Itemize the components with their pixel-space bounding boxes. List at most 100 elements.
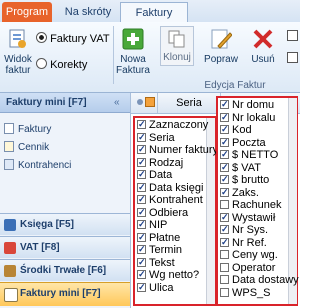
module-label: Faktury mini [F7] <box>20 288 101 299</box>
checkbox-checked-icon[interactable] <box>137 231 146 243</box>
checkbox-checked-icon[interactable] <box>137 268 146 280</box>
row-indicator-icon <box>137 99 143 105</box>
popraw-button[interactable]: Popraw <box>204 26 238 78</box>
column-option-label: Wystawił <box>232 211 276 224</box>
checkbox-checked-icon[interactable] <box>137 206 146 218</box>
checkbox-unchecked-icon[interactable] <box>220 275 229 284</box>
add-icon <box>122 28 144 50</box>
column-option[interactable]: Kod <box>220 123 252 136</box>
column-option[interactable]: Kontrahent <box>137 193 203 206</box>
checkbox-checked-icon[interactable] <box>220 173 229 185</box>
ribbon-panel: Widok faktur Faktury VAT Korekty Nowa Fa… <box>0 22 300 93</box>
column-option[interactable]: Ulica <box>137 281 173 294</box>
column-option[interactable]: NIP <box>137 218 167 231</box>
column-option[interactable]: Nr domu <box>220 98 274 111</box>
checkbox-checked-icon[interactable] <box>220 148 229 160</box>
column-option[interactable]: Poczta <box>220 136 266 149</box>
column-option-label: WPS_S <box>232 286 271 299</box>
checkbox-checked-icon[interactable] <box>137 256 146 268</box>
column-option[interactable]: Numer faktury <box>137 143 218 156</box>
tab-na-skroty[interactable]: Na skróty <box>58 2 118 22</box>
nowa-faktura-button[interactable]: Nowa Faktura <box>116 26 150 78</box>
checkbox-checked-icon[interactable] <box>137 156 146 168</box>
column-option[interactable]: $ brutto <box>220 173 269 186</box>
checkbox-checked-icon[interactable] <box>137 243 146 255</box>
ribbon-option-checkbox-1[interactable] <box>287 30 298 41</box>
column-option-label: Nr Ref. <box>232 236 267 249</box>
column-option-label: Tekst <box>149 256 175 269</box>
column-option[interactable]: Seria <box>137 131 175 144</box>
checkbox-checked-icon[interactable] <box>137 218 146 230</box>
checkbox-unchecked-icon[interactable] <box>220 262 229 272</box>
klonuj-button[interactable]: Klonuj <box>160 26 194 66</box>
column-option[interactable]: Data <box>137 168 173 181</box>
column-option[interactable]: Rodzaj <box>137 156 183 169</box>
assets-icon <box>4 265 16 277</box>
sidebar-link-label: Cennik <box>18 142 50 153</box>
sidebar-link-kontrahenci[interactable]: Kontrahenci <box>4 157 71 175</box>
checkbox-unchecked-icon[interactable] <box>220 250 229 259</box>
checkbox-checked-icon[interactable] <box>220 236 229 248</box>
column-option[interactable]: Nr lokalu <box>220 111 275 124</box>
column-option[interactable]: Odbiera <box>137 206 188 219</box>
checkbox-unchecked-icon[interactable] <box>220 287 229 297</box>
collapse-chevron-icon[interactable]: « <box>114 97 120 108</box>
column-option[interactable]: Wg netto? <box>137 268 199 281</box>
column-header-seria[interactable]: Seria <box>157 93 221 113</box>
column-option-label: Data <box>149 169 173 181</box>
column-option-label: Zaks. <box>232 186 259 199</box>
checkbox-checked-icon[interactable] <box>137 193 146 205</box>
column-option[interactable]: $ VAT <box>220 161 261 174</box>
checkbox-checked-icon[interactable] <box>220 211 229 223</box>
column-option[interactable]: Nr Sys. <box>220 223 268 236</box>
contacts-icon <box>4 159 14 170</box>
checkbox-checked-icon[interactable] <box>220 123 229 135</box>
column-chooser-icon[interactable] <box>145 97 155 107</box>
sidebar: Faktury mini [F7] « Faktury Cennik Kontr… <box>0 93 131 308</box>
column-option[interactable]: Nr Ref. <box>220 236 267 249</box>
korekty-radio[interactable]: Korekty <box>36 58 87 72</box>
checkbox-checked-icon[interactable] <box>137 168 146 180</box>
checkbox-checked-icon[interactable] <box>220 136 229 148</box>
checkbox-checked-icon[interactable] <box>220 161 229 173</box>
column-option[interactable]: Zaks. <box>220 186 259 199</box>
module-srodki-trwale[interactable]: Środki Trwałe [F6] <box>0 259 130 281</box>
column-option[interactable]: Data dostawy <box>220 274 299 286</box>
column-option[interactable]: Rachunek <box>220 199 282 211</box>
faktury-vat-radio[interactable]: Faktury VAT <box>36 32 110 46</box>
sidebar-link-cennik[interactable]: Cennik <box>4 139 49 157</box>
checkbox-checked-icon[interactable] <box>137 143 146 155</box>
sidebar-link-faktury[interactable]: Faktury <box>4 121 51 139</box>
checkbox-unchecked-icon[interactable] <box>220 200 229 209</box>
module-ksiega[interactable]: Księga [F5] <box>0 213 130 235</box>
sidebar-link-label: Kontrahenci <box>18 160 72 171</box>
widok-faktur-button[interactable]: Widok faktur <box>2 26 34 78</box>
column-option[interactable]: Wystawił <box>220 211 276 224</box>
column-option[interactable]: Tekst <box>137 256 175 269</box>
column-option[interactable]: Ceny wg. <box>220 249 278 261</box>
checkbox-checked-icon[interactable] <box>137 118 146 130</box>
widok-faktur-label: Widok faktur <box>4 54 32 76</box>
usun-button[interactable]: Usuń <box>248 26 278 78</box>
edit-pencil-icon <box>211 29 232 49</box>
column-option[interactable]: Operator <box>220 262 275 274</box>
checkbox-checked-icon[interactable] <box>137 131 146 143</box>
radio-selected-icon <box>36 32 47 43</box>
column-option[interactable]: $ NETTO <box>220 148 278 161</box>
checkbox-checked-icon[interactable] <box>220 98 229 110</box>
ribbon-option-checkbox-2[interactable] <box>287 52 298 63</box>
checkbox-checked-icon[interactable] <box>220 186 229 198</box>
checkbox-checked-icon[interactable] <box>220 111 229 123</box>
checkbox-checked-icon[interactable] <box>220 223 229 235</box>
column-option[interactable]: Płatne <box>137 231 180 244</box>
column-option[interactable]: Data księgi <box>137 181 203 194</box>
module-vat[interactable]: VAT [F8] <box>0 236 130 258</box>
tab-program[interactable]: Program <box>2 2 52 22</box>
module-faktury-mini[interactable]: Faktury mini [F7] <box>0 282 130 306</box>
column-option[interactable]: Termin <box>137 243 182 256</box>
column-option[interactable]: Zaznaczony <box>137 118 208 131</box>
checkbox-checked-icon[interactable] <box>137 181 146 193</box>
tab-faktury[interactable]: Faktury <box>120 2 188 22</box>
column-option[interactable]: WPS_S <box>220 287 271 299</box>
checkbox-checked-icon[interactable] <box>137 281 146 293</box>
